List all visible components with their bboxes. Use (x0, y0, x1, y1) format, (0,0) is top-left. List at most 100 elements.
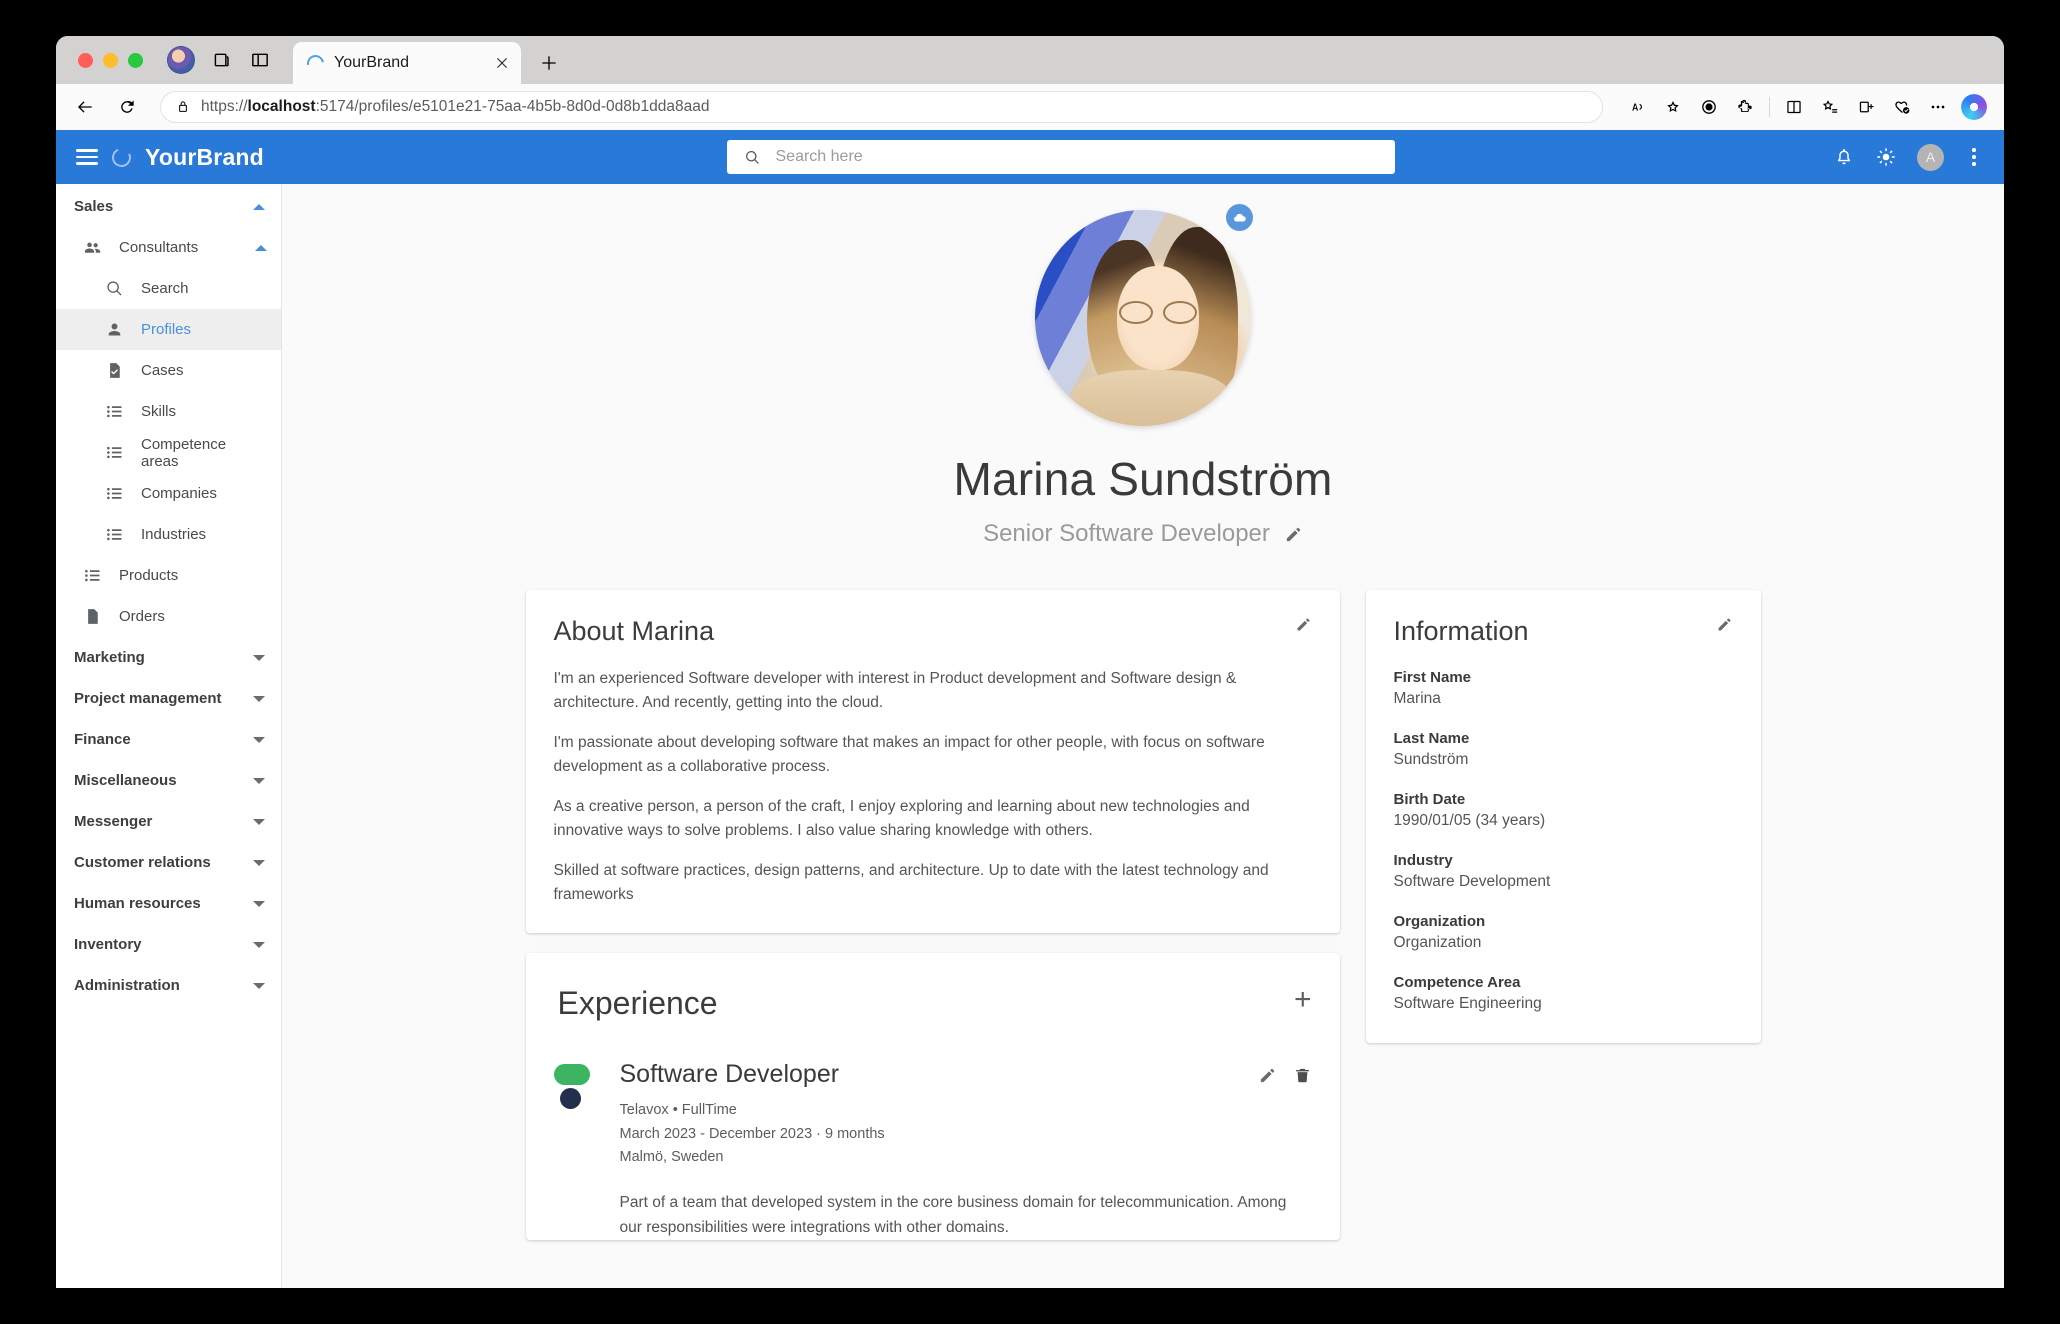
experience-title: Experience (557, 985, 718, 1022)
add-tab-group-button[interactable] (1850, 91, 1882, 123)
browser-essentials-button[interactable] (1886, 91, 1918, 123)
browser-tab-active[interactable]: YourBrand (293, 42, 521, 84)
pencil-icon[interactable] (1716, 616, 1733, 633)
sidebar-item-competence-areas[interactable]: Competence areas (56, 432, 281, 473)
settings-menu-button[interactable] (1922, 91, 1954, 123)
chevron-down-icon (253, 736, 265, 743)
back-button[interactable] (70, 92, 100, 122)
kebab-menu-icon[interactable] (1964, 148, 1984, 166)
sidebar-group-finance[interactable]: Finance (56, 719, 281, 760)
chevron-up-icon (253, 203, 265, 210)
sidebar-group-sales[interactable]: Sales (56, 186, 281, 227)
sidebar-item-search[interactable]: Search (56, 268, 281, 309)
information-value: Software Engineering (1393, 995, 1542, 1012)
avatar[interactable]: A (1917, 143, 1944, 171)
web-application: YourBrand A (56, 130, 2004, 1288)
sidebar-item-products[interactable]: Products (56, 555, 281, 596)
tab-list-icon[interactable] (249, 49, 271, 71)
sidebar-item-orders[interactable]: Orders (56, 596, 281, 637)
browser-essentials-icon (1892, 97, 1912, 117)
refresh-button[interactable] (112, 92, 142, 122)
global-search-box[interactable] (726, 140, 1395, 174)
sidebar-group-customer-relations[interactable]: Customer relations (56, 842, 281, 883)
profile-main-column: About Marina I'm an experienced Software… (525, 590, 1340, 1288)
information-value: Marina (1393, 690, 1441, 707)
copilot-icon (1961, 94, 1987, 120)
collections-button[interactable] (1814, 91, 1846, 123)
copilot-button[interactable] (1958, 91, 1990, 123)
experience-role: Software Developer (619, 1060, 840, 1089)
sidebar-group-messenger[interactable]: Messenger (56, 801, 281, 842)
lock-icon (175, 99, 191, 115)
profile-avatar-icon[interactable] (167, 46, 195, 74)
information-label: Birth Date (1393, 791, 1466, 808)
split-screen-button[interactable] (1778, 91, 1810, 123)
information-row: Industry Software Development (1394, 852, 1733, 891)
add-experience-button[interactable]: + (1294, 985, 1312, 1015)
sidebar-navigation: Sales Consultants Search Profiles Cases … (56, 184, 282, 1288)
experience-location: Malmö, Sweden (619, 1149, 724, 1166)
sidebar-item-companies[interactable]: Companies (56, 473, 281, 514)
photo-detail-glasses (1119, 300, 1197, 325)
experience-description: Part of a team that developed system in … (619, 1193, 1287, 1236)
search-input[interactable] (775, 148, 1379, 166)
sidebar-group-marketing[interactable]: Marketing (56, 637, 281, 678)
list-icon (104, 442, 125, 463)
profile-page-content: Marina Sundström Senior Software Develop… (282, 184, 2004, 1288)
sidebar-item-industries[interactable]: Industries (56, 514, 281, 555)
hamburger-menu-icon[interactable] (76, 149, 98, 165)
information-label: Competence Area (1393, 974, 1521, 991)
sidebar-item-label: Profiles (141, 321, 192, 338)
sidebar-group-human-resources[interactable]: Human resources (56, 883, 281, 924)
pencil-icon[interactable] (1284, 525, 1303, 544)
close-icon[interactable] (493, 54, 511, 72)
maximize-window-button[interactable] (128, 52, 143, 68)
about-card: About Marina I'm an experienced Software… (525, 590, 1340, 934)
sidebar-item-cases[interactable]: Cases (56, 350, 281, 391)
workspaces-icon[interactable] (211, 49, 233, 71)
settings-ellipsis-icon (1928, 97, 1948, 117)
people-icon (82, 237, 103, 258)
pencil-icon[interactable] (1258, 1066, 1277, 1085)
sidebar-group-project-management[interactable]: Project management (56, 678, 281, 719)
tracking-prevention-button[interactable] (1693, 91, 1725, 123)
page-title: Marina Sundström (953, 453, 1333, 505)
information-row: First Name Marina (1394, 669, 1733, 708)
new-tab-button[interactable] (539, 42, 559, 84)
minimize-window-button[interactable] (103, 52, 118, 68)
brand-name: YourBrand (145, 143, 264, 170)
sun-icon[interactable] (1875, 146, 1897, 168)
bell-icon[interactable] (1833, 146, 1855, 168)
sidebar-item-profiles[interactable]: Profiles (56, 309, 281, 350)
sidebar-item-label: Search (141, 280, 189, 297)
sidebar-group-label: Customer relations (74, 854, 211, 871)
sidebar-group-miscellaneous[interactable]: Miscellaneous (56, 760, 281, 801)
extensions-button[interactable] (1729, 91, 1761, 123)
address-bar[interactable]: https://localhost:5174/profiles/e5101e21… (160, 91, 1603, 123)
profile-photo[interactable] (1035, 210, 1251, 426)
upload-photo-button[interactable] (1226, 204, 1253, 231)
about-body: I'm an experienced Software developer wi… (526, 647, 1340, 933)
experience-card-header: Experience + (526, 953, 1340, 1022)
chevron-down-icon (253, 900, 265, 907)
list-icon (82, 565, 103, 586)
list-item: Software Developer Telavox • FullTime Ma… (553, 1060, 1312, 1240)
favorite-button[interactable] (1657, 91, 1689, 123)
sidebar-item-consultants[interactable]: Consultants (56, 227, 281, 268)
sidebar-group-administration[interactable]: Administration (56, 965, 281, 1006)
profile-photo-wrapper (1035, 204, 1253, 426)
person-icon (104, 319, 125, 340)
close-window-button[interactable] (78, 52, 93, 68)
browser-window: YourBrand https://localhost:5174/profile… (56, 36, 2004, 1288)
sidebar-group-inventory[interactable]: Inventory (56, 924, 281, 965)
read-aloud-button[interactable] (1621, 91, 1653, 123)
sidebar-group-label: Messenger (74, 813, 153, 830)
split-screen-icon (1784, 97, 1804, 117)
brand-area: YourBrand (76, 144, 302, 171)
search-icon (743, 148, 762, 167)
trash-icon[interactable] (1293, 1066, 1312, 1085)
sidebar-item-skills[interactable]: Skills (56, 391, 281, 432)
sidebar-item-label: Cases (141, 362, 184, 379)
sidebar-group-label: Miscellaneous (74, 772, 177, 789)
pencil-icon[interactable] (1295, 616, 1312, 633)
